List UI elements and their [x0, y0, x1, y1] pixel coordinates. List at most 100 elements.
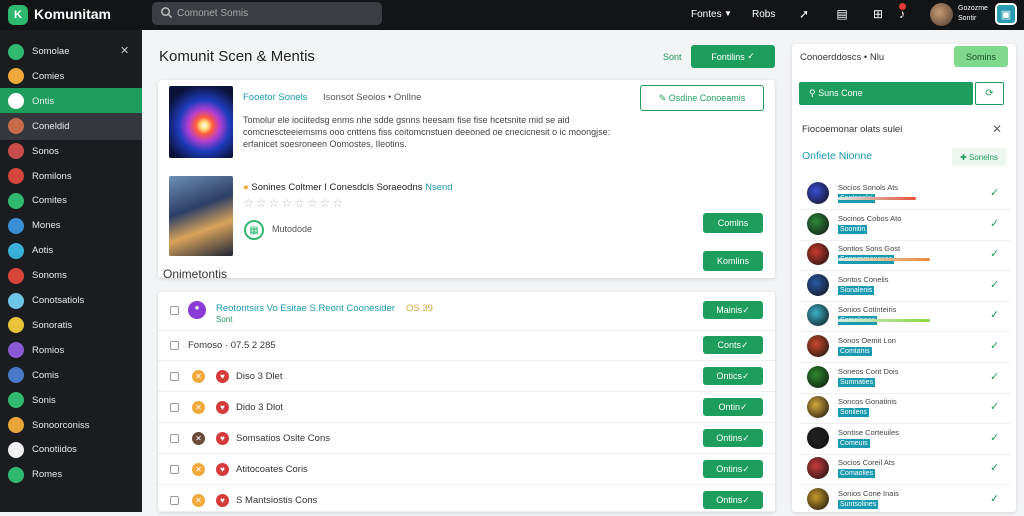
sidebar-item[interactable]: Mones	[0, 212, 142, 239]
row-action-button[interactable]: Ontins ✓	[703, 460, 763, 478]
table-row[interactable]: ✕ ♥ Atitocoates Coris Ontins ✓	[158, 454, 775, 485]
search-input[interactable]: Comonet Somis	[152, 2, 382, 25]
sidebar-item[interactable]: Sonoorconiss	[0, 412, 142, 439]
sidebar-item[interactable]: Sonoratis	[0, 312, 142, 339]
sidebar-item[interactable]: Ontis	[0, 87, 142, 115]
table-row[interactable]: ● Reotontsirs Vo Esitae S.Reont Cooneside…	[158, 295, 775, 331]
right-section-button[interactable]: ✚ Sonelns	[952, 148, 1006, 166]
row-title[interactable]: Reotontsirs Vo Esitae S.Reont Coonesider	[216, 303, 395, 314]
avatar[interactable]	[807, 365, 829, 388]
row-checkbox[interactable]	[170, 496, 179, 505]
check-icon[interactable]: ✓	[990, 186, 999, 199]
item-action-button-1[interactable]: Comlns	[703, 213, 763, 233]
top-link-robs[interactable]: Robs	[752, 9, 775, 20]
chat-icon[interactable]: ▣	[995, 3, 1017, 25]
sidebar-item[interactable]: Sonoms	[0, 262, 142, 289]
avatar[interactable]	[807, 488, 829, 510]
row-checkbox[interactable]	[170, 403, 179, 412]
outline-button[interactable]: ✎ Osdine Conoeamis	[640, 85, 764, 111]
list-item[interactable]: Socinos Cobos Ato Soonitin ✓	[800, 211, 1010, 241]
sidebar-item[interactable]: Sonis	[0, 387, 142, 414]
row-checkbox[interactable]	[170, 372, 179, 381]
table-row[interactable]: ✕ ♥ Dido 3 Dlot Ontin ✓	[158, 392, 775, 423]
sidebar-item[interactable]: Somolae	[0, 38, 142, 65]
avatar[interactable]	[807, 212, 829, 235]
list-item[interactable]: Soneos Cont Dois Sumnaties ✓	[800, 364, 1010, 394]
sidebar-item[interactable]: Romilons	[0, 163, 142, 190]
table-row[interactable]: ✕ ♥ Somsatios Oslte Cons Ontins ✓	[158, 423, 775, 454]
table-row[interactable]: ✕ ♥ S Mantsiostis Cons Ontins ✓	[158, 485, 775, 512]
sidebar-item[interactable]: Romes	[0, 461, 142, 488]
list-item[interactable]: Socios Sonols AtsSontonelsi✓	[800, 180, 1010, 210]
avatar[interactable]	[807, 396, 829, 419]
chevron-down-icon[interactable]: ▼	[721, 7, 735, 21]
close-icon[interactable]: ✕	[992, 122, 1002, 136]
check-icon[interactable]: ✓	[990, 461, 999, 474]
tab-active[interactable]: ⚲ Suns Cone	[799, 82, 973, 105]
check-icon[interactable]: ✓	[990, 247, 999, 260]
header-link[interactable]: Sont	[663, 52, 682, 62]
list-item[interactable]: Sonos Oemit Lon Comtanis ✓	[800, 333, 1010, 363]
sidebar-item[interactable]: Sonos	[0, 138, 142, 165]
list-item[interactable]: Socios Coreil Ats Comaolies ✓	[800, 455, 1010, 486]
row-action-button[interactable]: Ontin ✓	[703, 398, 763, 416]
avatar[interactable]	[807, 243, 829, 266]
row-title: Atitocoates Coris	[236, 464, 308, 475]
list-item[interactable]: Sonios CotinteirisSomnlnees✓	[800, 302, 1010, 333]
document-icon[interactable]: ▤	[835, 7, 849, 21]
settings-icon[interactable]: ⟳	[975, 82, 1004, 105]
check-icon[interactable]: ✓	[990, 492, 999, 505]
avatar[interactable]	[930, 3, 953, 26]
card-subtitle: Isonsot Seoios • Onllne	[323, 92, 422, 103]
coin-icon	[8, 68, 24, 85]
row-action-button[interactable]: Mainis ✓	[703, 301, 763, 319]
sidebar-item[interactable]: Comites	[0, 187, 142, 214]
sidebar-item[interactable]: Comies	[0, 63, 142, 90]
row-action-button[interactable]: Ontics ✓	[703, 367, 763, 385]
sidebar-item[interactable]: Conotsatiols	[0, 287, 142, 314]
check-icon[interactable]: ✓	[990, 400, 999, 413]
featured-image[interactable]	[169, 86, 233, 158]
check-icon[interactable]: ✓	[990, 217, 999, 230]
sidebar-item[interactable]: Romios	[0, 337, 142, 364]
table-row[interactable]: ✕ ♥ Diso 3 Dlet Ontics ✓	[158, 361, 775, 392]
avatar[interactable]	[807, 335, 829, 357]
row-action-button[interactable]: Ontins ✓	[703, 491, 763, 509]
avatar[interactable]	[807, 457, 829, 480]
item-name: Sonios Cotinteiris	[838, 305, 897, 315]
check-icon[interactable]: ✓	[990, 431, 999, 444]
header-button[interactable]: Fontilins ✓	[691, 45, 775, 68]
row-checkbox[interactable]	[170, 341, 179, 350]
sidebar-item[interactable]: Comis	[0, 362, 142, 389]
sidebar-item[interactable]: Aotis	[0, 237, 142, 264]
row-action-button[interactable]: Ontins ✓	[703, 429, 763, 447]
rating-stars[interactable]: ☆☆☆☆☆☆☆☆	[243, 196, 345, 210]
right-panel-header-button[interactable]: Somins	[954, 46, 1008, 67]
item-action-button-2[interactable]: Komlins	[703, 251, 763, 271]
check-icon[interactable]: ✓	[990, 339, 999, 352]
avatar[interactable]	[807, 304, 829, 327]
row-checkbox[interactable]	[170, 306, 179, 315]
avatar[interactable]	[807, 426, 829, 449]
avatar[interactable]	[807, 182, 829, 204]
sidebar-item[interactable]: Conotiidos	[0, 436, 142, 463]
grid-icon[interactable]: ⊞	[871, 7, 885, 21]
list-item[interactable]: Sontos Conelis Sionalenis ✓	[800, 272, 1010, 302]
card-title[interactable]: Fooetor Sonels	[243, 92, 307, 103]
list-item[interactable]: Sontios Sons GostSonesnmoneses✓	[800, 241, 1010, 272]
row-checkbox[interactable]	[170, 465, 179, 474]
row-action-button[interactable]: Conts ✓	[703, 336, 763, 354]
rocket-icon[interactable]: ➚	[797, 7, 811, 21]
app-logo[interactable]: K	[8, 5, 28, 25]
top-link-fontes[interactable]: Fontes	[691, 9, 722, 20]
sidebar-item[interactable]: Coneldid	[0, 112, 142, 140]
row-checkbox[interactable]	[170, 434, 179, 443]
table-row[interactable]: Fomoso · 07.5 2 285 Conts ✓	[158, 330, 775, 361]
check-icon[interactable]: ✓	[990, 308, 999, 321]
list-item[interactable]: Soncos Gonatinis Sonilens ✓	[800, 394, 1010, 425]
check-icon[interactable]: ✓	[990, 278, 999, 291]
item-image[interactable]	[169, 176, 233, 256]
avatar[interactable]	[807, 273, 829, 296]
list-item[interactable]: Sontise Corteuiles Comeuis ✓	[800, 425, 1010, 455]
check-icon[interactable]: ✓	[990, 370, 999, 383]
